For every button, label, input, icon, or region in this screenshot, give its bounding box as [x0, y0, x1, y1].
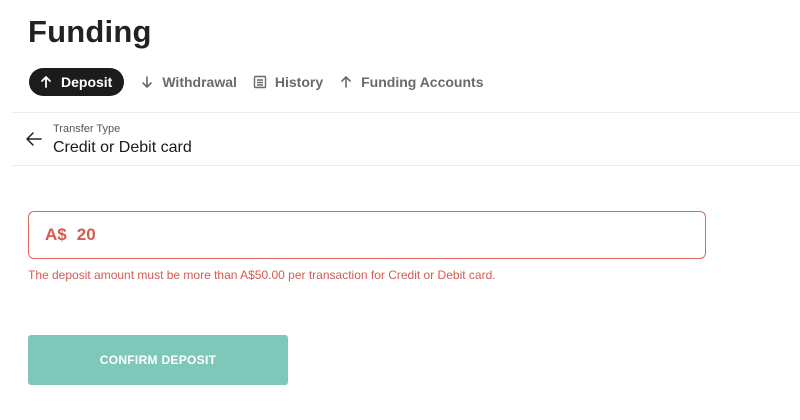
divider [12, 165, 800, 166]
tab-label: Funding Accounts [361, 74, 484, 90]
error-message: The deposit amount must be more than A$5… [28, 268, 496, 282]
transfer-type-value: Credit or Debit card [53, 139, 192, 156]
back-arrow-icon[interactable] [25, 130, 43, 148]
currency-symbol: A$ [45, 225, 67, 244]
page-title: Funding [28, 14, 152, 49]
transfer-type-label: Transfer Type [53, 123, 121, 135]
tab-funding-accounts[interactable]: Funding Accounts [337, 68, 483, 96]
divider [12, 112, 800, 113]
tab-deposit[interactable]: Deposit [29, 68, 125, 96]
tab-withdrawal[interactable]: Withdrawal [138, 68, 237, 96]
tab-label: Deposit [61, 74, 113, 90]
list-icon [253, 75, 267, 89]
confirm-deposit-button[interactable]: CONFIRM DEPOSIT [28, 335, 288, 385]
tab-label: Withdrawal [162, 74, 237, 90]
amount-input[interactable] [76, 225, 637, 245]
arrow-up-icon [39, 75, 53, 89]
funding-tabs: Deposit Withdrawal History Funding Accou… [29, 68, 483, 96]
arrow-down-icon [140, 75, 154, 89]
tab-history[interactable]: History [251, 68, 323, 96]
tab-label: History [274, 74, 324, 90]
amount-field[interactable]: A$ [28, 211, 706, 259]
arrow-up-icon [339, 75, 353, 89]
